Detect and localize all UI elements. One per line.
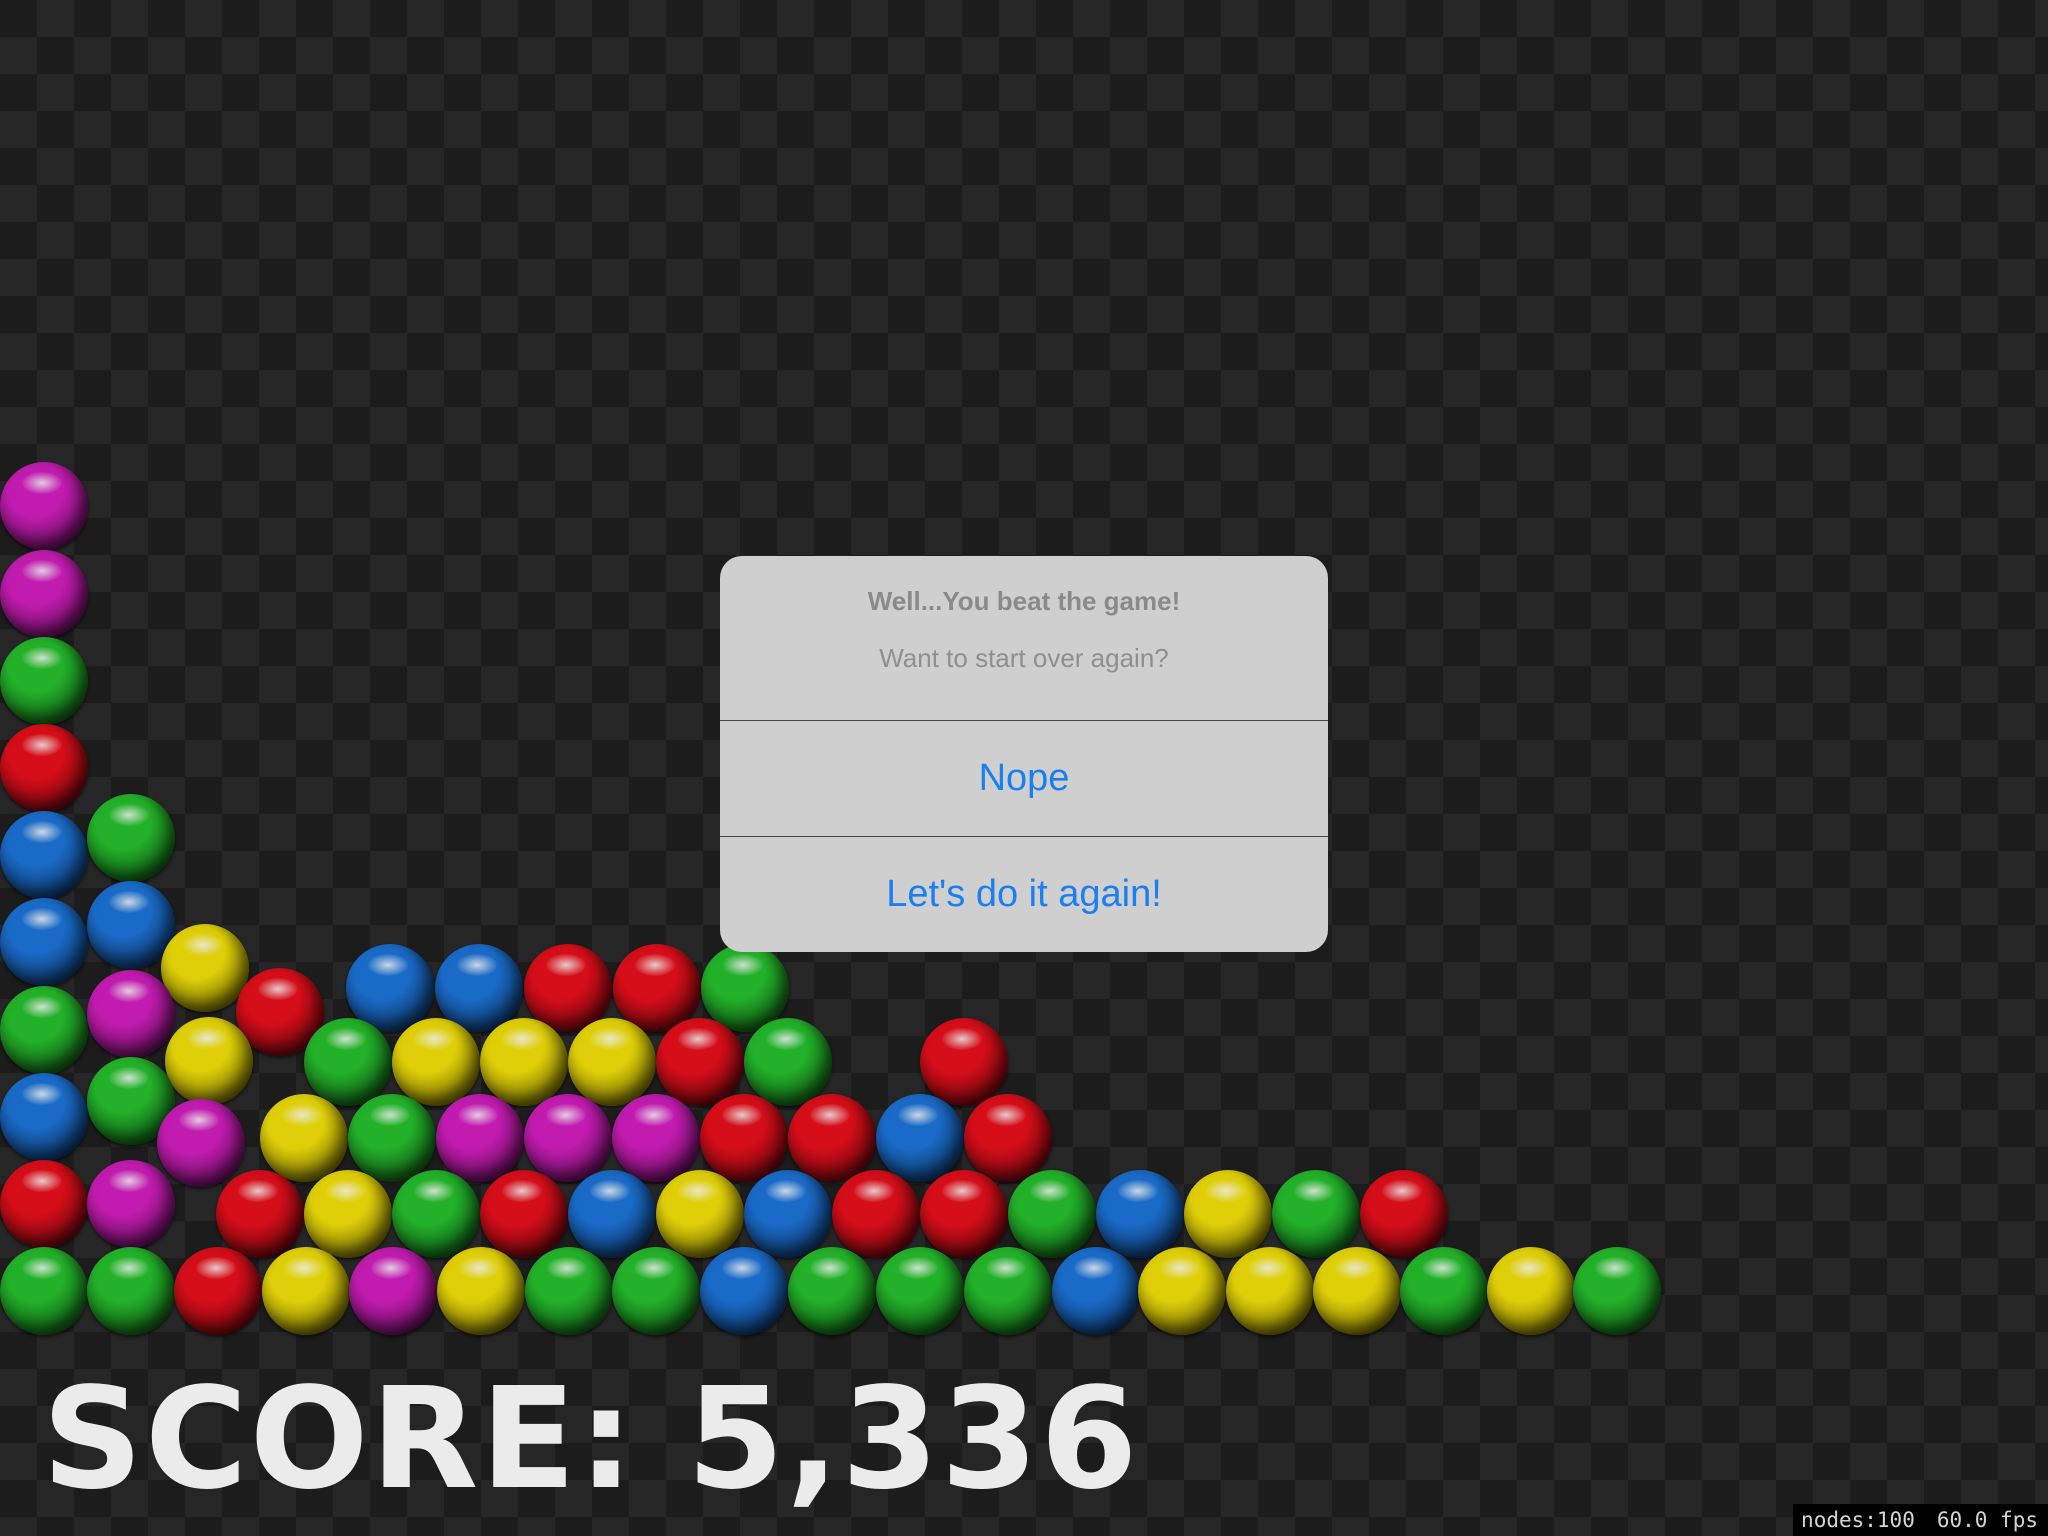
restart-button[interactable]: Let's do it again! bbox=[720, 836, 1328, 951]
alert-header: Well...You beat the game! Want to start … bbox=[720, 556, 1328, 720]
game-over-alert: Well...You beat the game! Want to start … bbox=[720, 556, 1328, 952]
alert-message: Want to start over again? bbox=[879, 643, 1169, 673]
nope-button[interactable]: Nope bbox=[720, 720, 1328, 836]
alert-title: Well...You beat the game! bbox=[867, 586, 1181, 616]
